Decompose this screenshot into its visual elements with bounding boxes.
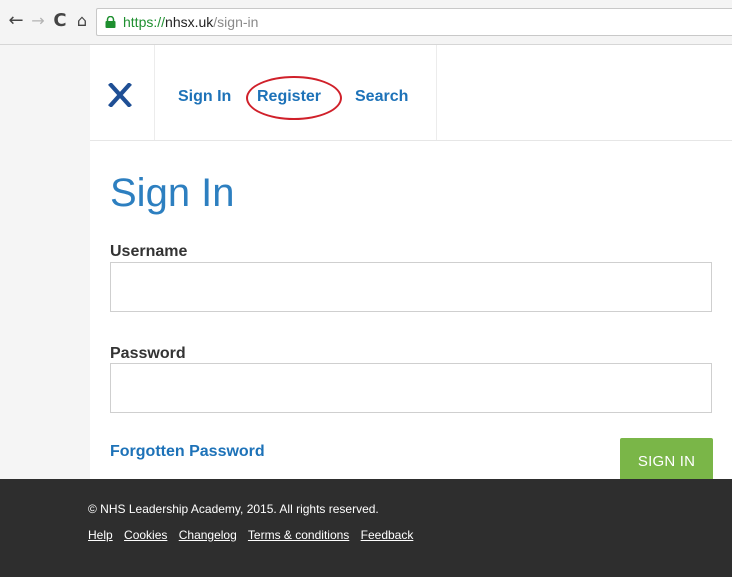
nav-divider: [436, 45, 437, 140]
page-title: Sign In: [110, 171, 235, 215]
password-label: Password: [110, 345, 186, 362]
site-header: Sign In Register Search: [90, 45, 732, 140]
url-host: nhsx.uk: [165, 14, 214, 30]
site-footer: © NHS Leadership Academy, 2015. All righ…: [0, 479, 732, 577]
reload-icon[interactable]: C: [50, 10, 70, 32]
copyright-text: © NHS Leadership Academy, 2015. All righ…: [88, 502, 379, 516]
page-gutter: [0, 45, 90, 497]
footer-feedback-link[interactable]: Feedback: [361, 528, 414, 542]
back-arrow-icon[interactable]: ←: [6, 10, 26, 32]
sign-in-form: Sign In Username Password Forgotten Pass…: [90, 141, 732, 484]
logo-cell[interactable]: [90, 45, 155, 140]
browser-toolbar: ← → C ⌂ https://nhsx.uk/sign-in: [0, 0, 732, 45]
username-input[interactable]: [110, 262, 712, 312]
footer-terms-link[interactable]: Terms & conditions: [248, 528, 349, 542]
nav-search-link[interactable]: Search: [355, 87, 408, 107]
x-logo-icon[interactable]: [108, 83, 132, 107]
lock-icon: [105, 16, 116, 28]
forward-arrow-icon[interactable]: →: [28, 10, 48, 32]
footer-links: Help Cookies Changelog Terms & condition…: [88, 527, 421, 543]
url-scheme: https://: [123, 14, 166, 30]
footer-help-link[interactable]: Help: [88, 528, 113, 542]
password-input[interactable]: [110, 363, 712, 413]
url-text: https://nhsx.uk/sign-in: [123, 13, 258, 31]
username-label: Username: [110, 243, 188, 260]
register-highlight-annotation: [246, 76, 342, 120]
footer-changelog-link[interactable]: Changelog: [179, 528, 237, 542]
nav-sign-in-link[interactable]: Sign In: [178, 87, 231, 107]
address-bar[interactable]: https://nhsx.uk/sign-in: [96, 8, 732, 36]
url-path: /sign-in: [213, 14, 259, 30]
forgotten-password-link[interactable]: Forgotten Password: [110, 442, 265, 462]
footer-cookies-link[interactable]: Cookies: [124, 528, 167, 542]
home-icon[interactable]: ⌂: [72, 10, 92, 32]
sign-in-button[interactable]: SIGN IN: [620, 438, 713, 484]
